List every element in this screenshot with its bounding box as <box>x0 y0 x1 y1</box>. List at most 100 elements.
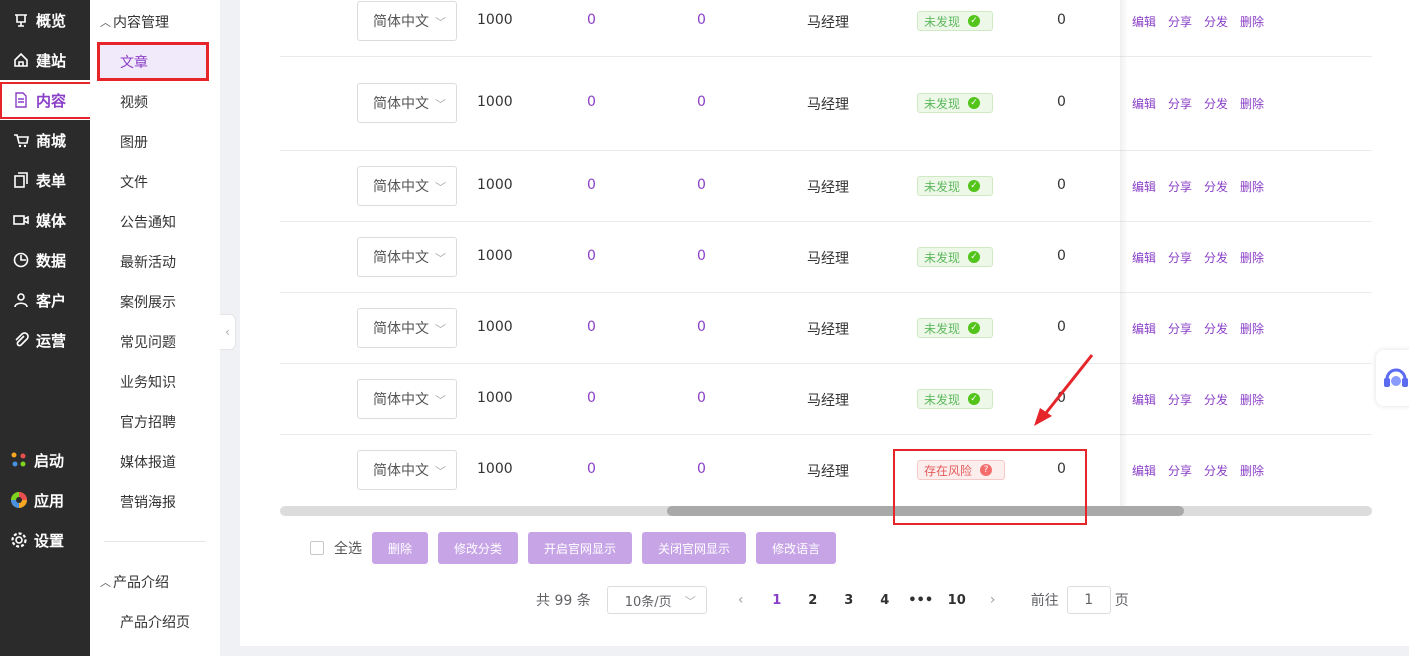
submenu-item-product-intro-page[interactable]: 产品介绍页 <box>120 612 190 632</box>
cell-c3[interactable]: 0 <box>697 12 706 28</box>
page-number[interactable]: 3 <box>831 593 867 608</box>
distribute-link[interactable]: 分发 <box>1204 462 1228 479</box>
enable-site-display-button[interactable]: 开启官网显示 <box>528 532 633 564</box>
edit-link[interactable]: 编辑 <box>1132 320 1156 337</box>
cell-count: 0 <box>1057 12 1066 28</box>
delete-link[interactable]: 删除 <box>1240 462 1264 479</box>
page-number[interactable]: 1 <box>759 593 795 608</box>
submenu-item[interactable]: 媒体报道 <box>120 452 176 472</box>
edit-link[interactable]: 编辑 <box>1132 391 1156 408</box>
submenu-item[interactable]: 营销海报 <box>120 492 176 512</box>
delete-link[interactable]: 删除 <box>1240 249 1264 266</box>
cell-c2[interactable]: 0 <box>587 12 596 28</box>
page-number[interactable]: 10 <box>939 593 975 608</box>
cell-c2[interactable]: 0 <box>587 461 596 477</box>
more-pages-icon[interactable]: ••• <box>903 593 939 608</box>
cell-c2[interactable]: 0 <box>587 248 596 264</box>
share-link[interactable]: 分享 <box>1168 13 1192 30</box>
nav-item-apps[interactable]: 应用 <box>0 480 90 520</box>
prev-page-button[interactable]: ‹ <box>723 592 759 608</box>
submenu-item[interactable]: 常见问题 <box>120 332 176 352</box>
language-select[interactable]: 简体中文 ﹀ <box>357 1 457 41</box>
distribute-link[interactable]: 分发 <box>1204 320 1228 337</box>
cell-c3[interactable]: 0 <box>697 319 706 335</box>
cell-c2[interactable]: 0 <box>587 177 596 193</box>
edit-link[interactable]: 编辑 <box>1132 462 1156 479</box>
group-product-intro[interactable]: ︿ 产品介绍 <box>100 572 169 592</box>
cell-c2[interactable]: 0 <box>587 390 596 406</box>
next-page-button[interactable]: › <box>975 592 1011 608</box>
customer-support-button[interactable] <box>1376 350 1409 406</box>
group-content-management[interactable]: ︿ 内容管理 <box>100 12 169 32</box>
submenu-item[interactable]: 最新活动 <box>120 252 176 272</box>
page-size-select[interactable]: 10条/页 ﹀ <box>606 586 707 614</box>
delete-link[interactable]: 删除 <box>1240 178 1264 195</box>
nav-item-form[interactable]: 表单 <box>0 160 90 200</box>
submenu-item[interactable]: 案例展示 <box>120 292 176 312</box>
edit-link[interactable]: 编辑 <box>1132 13 1156 30</box>
language-select[interactable]: 简体中文 ﹀ <box>357 166 457 206</box>
delete-link[interactable]: 删除 <box>1240 320 1264 337</box>
distribute-link[interactable]: 分发 <box>1204 95 1228 112</box>
row-actions: 编辑 分享 分发 删除 <box>1132 462 1264 479</box>
submenu-item[interactable]: 文件 <box>120 172 148 192</box>
nav-item-overview[interactable]: 概览 <box>0 0 90 40</box>
submenu-item[interactable]: 官方招聘 <box>120 412 176 432</box>
edit-link[interactable]: 编辑 <box>1132 95 1156 112</box>
goto-page-input[interactable]: 1 <box>1066 586 1111 614</box>
change-category-button[interactable]: 修改分类 <box>438 532 519 564</box>
select-all-label[interactable]: 全选 <box>334 538 362 558</box>
edit-link[interactable]: 编辑 <box>1132 249 1156 266</box>
language-select[interactable]: 简体中文 ﹀ <box>357 237 457 277</box>
share-link[interactable]: 分享 <box>1168 391 1192 408</box>
cell-c3[interactable]: 0 <box>697 177 706 193</box>
language-select[interactable]: 简体中文 ﹀ <box>357 450 457 490</box>
nav-item-video[interactable]: 媒体 <box>0 200 90 240</box>
select-all-checkbox[interactable] <box>310 541 324 555</box>
language-select[interactable]: 简体中文 ﹀ <box>357 379 457 419</box>
cell-c2[interactable]: 0 <box>587 319 596 335</box>
distribute-link[interactable]: 分发 <box>1204 391 1228 408</box>
page-number[interactable]: 4 <box>867 593 903 608</box>
delete-link[interactable]: 删除 <box>1240 391 1264 408</box>
nav-item-cart[interactable]: 商城 <box>0 120 90 160</box>
cell-c3[interactable]: 0 <box>697 390 706 406</box>
language-value: 简体中文 <box>373 463 429 479</box>
share-link[interactable]: 分享 <box>1168 178 1192 195</box>
change-language-button[interactable]: 修改语言 <box>756 532 837 564</box>
submenu-item[interactable]: 业务知识 <box>120 372 176 392</box>
share-link[interactable]: 分享 <box>1168 249 1192 266</box>
cell-c2[interactable]: 0 <box>587 94 596 110</box>
language-select[interactable]: 简体中文 ﹀ <box>357 308 457 348</box>
horizontal-scrollbar[interactable] <box>280 506 1372 516</box>
submenu-item[interactable]: 公告通知 <box>120 212 176 232</box>
edit-link[interactable]: 编辑 <box>1132 178 1156 195</box>
submenu-item[interactable]: 图册 <box>120 132 148 152</box>
cell-c3[interactable]: 0 <box>697 94 706 110</box>
cell-count: 0 <box>1057 248 1066 264</box>
launch-icon <box>10 451 28 469</box>
collapse-sidebar-button[interactable]: ‹ <box>220 314 236 350</box>
share-link[interactable]: 分享 <box>1168 462 1192 479</box>
page-number[interactable]: 2 <box>795 593 831 608</box>
nav-item-gear[interactable]: 设置 <box>0 520 90 560</box>
row-actions: 编辑 分享 分发 删除 <box>1132 95 1264 112</box>
distribute-link[interactable]: 分发 <box>1204 178 1228 195</box>
nav-item-user[interactable]: 客户 <box>0 280 90 320</box>
nav-item-chart[interactable]: 数据 <box>0 240 90 280</box>
nav-item-home[interactable]: 建站 <box>0 40 90 80</box>
delete-button[interactable]: 删除 <box>372 532 429 564</box>
share-link[interactable]: 分享 <box>1168 95 1192 112</box>
distribute-link[interactable]: 分发 <box>1204 249 1228 266</box>
nav-item-clip[interactable]: 运营 <box>0 320 90 360</box>
distribute-link[interactable]: 分发 <box>1204 13 1228 30</box>
language-select[interactable]: 简体中文 ﹀ <box>357 83 457 123</box>
cell-c3[interactable]: 0 <box>697 461 706 477</box>
delete-link[interactable]: 删除 <box>1240 95 1264 112</box>
delete-link[interactable]: 删除 <box>1240 13 1264 30</box>
nav-item-launch[interactable]: 启动 <box>0 440 90 480</box>
submenu-item[interactable]: 视频 <box>120 92 148 112</box>
share-link[interactable]: 分享 <box>1168 320 1192 337</box>
disable-site-display-button[interactable]: 关闭官网显示 <box>642 532 747 564</box>
cell-c3[interactable]: 0 <box>697 248 706 264</box>
